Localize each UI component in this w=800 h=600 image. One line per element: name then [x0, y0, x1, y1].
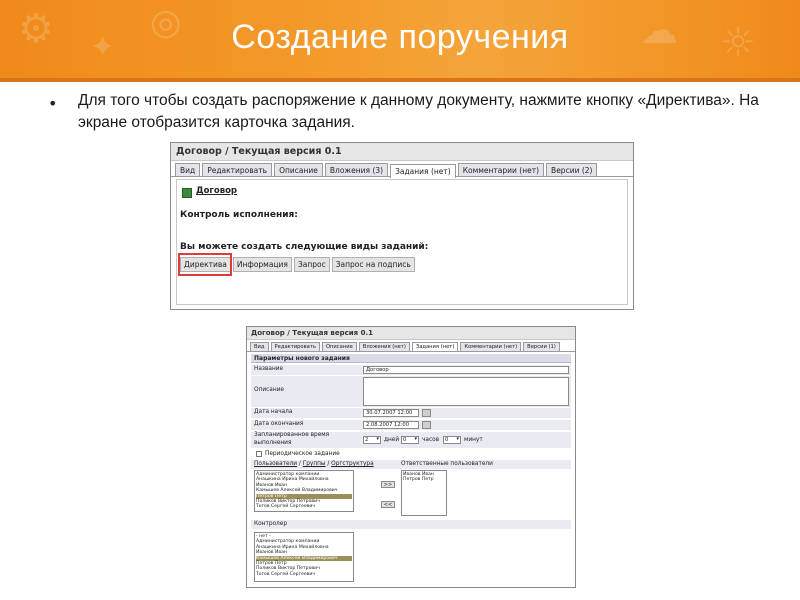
- document-icon: [182, 188, 192, 198]
- window-title: Договор / Текущая версия 0.1: [171, 143, 633, 161]
- end-calendar-icon[interactable]: [422, 421, 431, 429]
- users-listbox[interactable]: Администратор компании Анашкина Ирина Ми…: [254, 470, 354, 512]
- tab-edit[interactable]: Редактировать: [202, 163, 273, 176]
- responsible-listbox[interactable]: Иванов Иван Петров Петр: [401, 470, 447, 516]
- minutes-select[interactable]: 0: [443, 436, 461, 444]
- tab-description[interactable]: Описание: [274, 163, 323, 176]
- highlight-frame: [178, 253, 232, 276]
- title-banner: ⚙ ✦ ◎ ☁ ☼ Создание поручения: [0, 0, 800, 82]
- tab-comments[interactable]: Комментарии (нет): [460, 342, 522, 351]
- name-label: Название: [254, 366, 284, 372]
- description-textarea[interactable]: [363, 377, 569, 406]
- responsible-label: Ответственные пользователи: [401, 461, 493, 467]
- remove-user-button[interactable]: <<: [381, 501, 395, 508]
- tab-description[interactable]: Описание: [321, 342, 357, 351]
- tab-edit[interactable]: Редактировать: [270, 342, 320, 351]
- start-date-label: Дата начала: [254, 409, 293, 415]
- document-link[interactable]: Договор: [196, 186, 237, 196]
- tab-view[interactable]: Вид: [175, 163, 201, 176]
- tab-tasks[interactable]: Задания (нет): [390, 164, 456, 178]
- planned-time-label: Запланированное время: [254, 432, 330, 438]
- tab-view[interactable]: Вид: [250, 342, 269, 351]
- tab-bar: Вид Редактировать Описание Вложения (3) …: [171, 163, 633, 178]
- groups-link[interactable]: Группы: [303, 461, 326, 467]
- row-background: [251, 520, 571, 529]
- users-link[interactable]: Пользователи: [254, 461, 297, 467]
- list-item[interactable]: Тогов Сергей Сергеевич: [256, 504, 352, 509]
- description-label: Описание: [254, 387, 284, 393]
- controller-label: Контролер: [254, 521, 288, 527]
- information-button[interactable]: Информация: [232, 257, 292, 272]
- task-form: Параметры нового задания Название Догово…: [251, 354, 571, 586]
- instruction-text: Для того чтобы создать распоряжение к да…: [78, 92, 759, 131]
- periodic-checkbox[interactable]: [256, 451, 262, 457]
- slide: ⚙ ✦ ◎ ☁ ☼ Создание поручения • Для того …: [0, 0, 800, 600]
- periodic-label: Периодическое задание: [265, 451, 340, 457]
- days-label: дней: [384, 437, 400, 443]
- list-item[interactable]: Петров Петр: [403, 477, 445, 482]
- list-item[interactable]: Камышев Алексей Владимирович: [256, 488, 352, 493]
- days-select[interactable]: 2: [363, 436, 381, 444]
- page-title: Создание поручения: [231, 18, 569, 56]
- tasks-panel: Договор Контроль исполнения: Вы можете с…: [176, 179, 628, 305]
- tab-tasks[interactable]: Задания (нет): [411, 342, 459, 351]
- window-title: Договор / Текущая версия 0.1: [247, 327, 575, 340]
- list-item[interactable]: Тогов Сергей Сергеевич: [256, 572, 352, 577]
- orgstructure-link[interactable]: Оргструктура: [331, 461, 374, 467]
- tab-attachments[interactable]: Вложения (3): [324, 163, 389, 176]
- create-tasks-label: Вы можете создать следующие виды заданий…: [180, 242, 429, 252]
- tab-versions[interactable]: Версии (2): [546, 163, 598, 176]
- task-card-screenshot: Договор / Текущая версия 0.1 Вид Редакти…: [246, 326, 576, 588]
- start-date-input[interactable]: 30.07.2007 12:00: [363, 409, 419, 417]
- tab-versions[interactable]: Версии (1): [523, 342, 560, 351]
- end-date-input[interactable]: 2.08.2007 12:00: [363, 421, 419, 429]
- signature-request-button[interactable]: Запрос на подпись: [331, 257, 415, 272]
- planned-time-label-2: выполнения: [254, 440, 292, 446]
- tab-attachments[interactable]: Вложения (нет): [358, 342, 410, 351]
- hours-label: часов: [422, 437, 440, 443]
- minutes-label: минут: [464, 437, 483, 443]
- end-date-label: Дата окончания: [254, 421, 304, 427]
- name-input[interactable]: Договор: [363, 366, 569, 374]
- tab-comments[interactable]: Комментарии (нет): [457, 163, 545, 176]
- selector-links: Пользователи / Группы / Оргструктура: [254, 461, 374, 467]
- tab-bar: Вид Редактировать Описание Вложения (нет…: [247, 342, 575, 352]
- form-header: Параметры нового задания: [251, 354, 571, 363]
- hours-select[interactable]: 0: [401, 436, 419, 444]
- document-tasks-screenshot: Договор / Текущая версия 0.1 Вид Редакти…: [170, 142, 634, 310]
- start-calendar-icon[interactable]: [422, 409, 431, 417]
- bullet-dot-icon: •: [48, 94, 58, 113]
- add-user-button[interactable]: >>: [381, 481, 395, 488]
- controller-listbox[interactable]: - нет - Администратор компании Анашкина …: [254, 532, 354, 582]
- control-label: Контроль исполнения:: [180, 210, 298, 220]
- request-button[interactable]: Запрос: [293, 257, 330, 272]
